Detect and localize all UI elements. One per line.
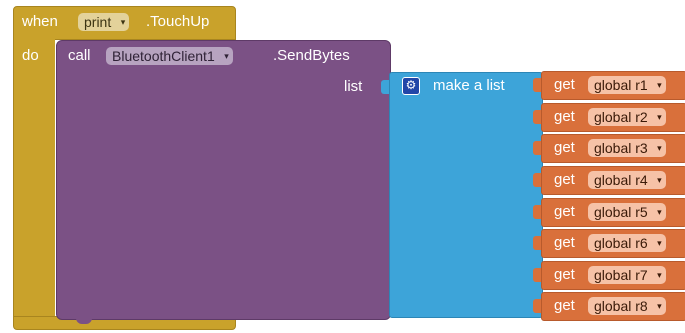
get-block[interactable]: get global r3 ▾ [541, 134, 685, 163]
call-block-notch [76, 316, 92, 324]
variable-dropdown[interactable]: global r4 ▾ [588, 171, 666, 189]
make-a-list-block[interactable] [389, 72, 543, 318]
variable-dropdown[interactable]: global r3 ▾ [588, 139, 666, 157]
variable-name: global r8 [594, 298, 648, 314]
call-block[interactable] [56, 40, 391, 320]
get-block[interactable]: get global r7 ▾ [541, 261, 685, 290]
variable-name: global r2 [594, 109, 648, 125]
chevron-down-icon: ▾ [657, 238, 662, 248]
get-label: get [554, 234, 575, 251]
method-name: .SendBytes [273, 47, 350, 64]
get-label: get [554, 203, 575, 220]
variable-name: global r4 [594, 172, 648, 188]
variable-name: global r7 [594, 267, 648, 283]
chevron-down-icon: ▾ [224, 51, 229, 61]
when-label: when [22, 13, 58, 30]
variable-name: global r5 [594, 204, 648, 220]
get-label: get [554, 266, 575, 283]
get-block[interactable]: get global r4 ▾ [541, 166, 685, 195]
chevron-down-icon: ▾ [657, 80, 662, 90]
variable-name: global r3 [594, 140, 648, 156]
get-block[interactable]: get global r6 ▾ [541, 229, 685, 258]
variable-dropdown[interactable]: global r5 ▾ [588, 203, 666, 221]
variable-name: global r6 [594, 235, 648, 251]
get-block[interactable]: get global r8 ▾ [541, 292, 685, 321]
chevron-down-icon: ▾ [657, 301, 662, 311]
get-label: get [554, 108, 575, 125]
get-block[interactable]: get global r2 ▾ [541, 103, 685, 132]
bluetooth-component-dropdown[interactable]: BluetoothClient1 ▾ [106, 47, 233, 65]
list-param-label: list [344, 78, 363, 95]
get-label: get [554, 171, 575, 188]
event-name: .TouchUp [146, 13, 210, 30]
call-label: call [68, 47, 91, 64]
event-block-body [13, 38, 55, 326]
chevron-down-icon: ▾ [657, 270, 662, 280]
variable-dropdown[interactable]: global r2 ▾ [588, 108, 666, 126]
variable-dropdown[interactable]: global r6 ▾ [588, 234, 666, 252]
do-label: do [22, 47, 39, 64]
get-label: get [554, 297, 575, 314]
get-block[interactable]: get global r1 ▾ [541, 71, 685, 100]
make-a-list-label: make a list [433, 77, 505, 94]
chevron-down-icon: ▾ [657, 112, 662, 122]
get-label: get [554, 76, 575, 93]
chevron-down-icon: ▾ [657, 175, 662, 185]
bluetooth-component-value: BluetoothClient1 [112, 48, 215, 64]
variable-dropdown[interactable]: global r8 ▾ [588, 297, 666, 315]
variable-dropdown[interactable]: global r1 ▾ [588, 76, 666, 94]
chevron-down-icon: ▾ [657, 143, 662, 153]
component-dropdown[interactable]: print ▾ [78, 13, 130, 31]
variable-name: global r1 [594, 77, 648, 93]
component-dropdown-value: print [84, 14, 112, 30]
get-label: get [554, 139, 575, 156]
variable-dropdown[interactable]: global r7 ▾ [588, 266, 666, 284]
chevron-down-icon: ▾ [657, 207, 662, 217]
gear-icon[interactable]: ⚙ [402, 77, 420, 95]
chevron-down-icon: ▾ [120, 17, 126, 27]
get-block[interactable]: get global r5 ▾ [541, 198, 685, 227]
